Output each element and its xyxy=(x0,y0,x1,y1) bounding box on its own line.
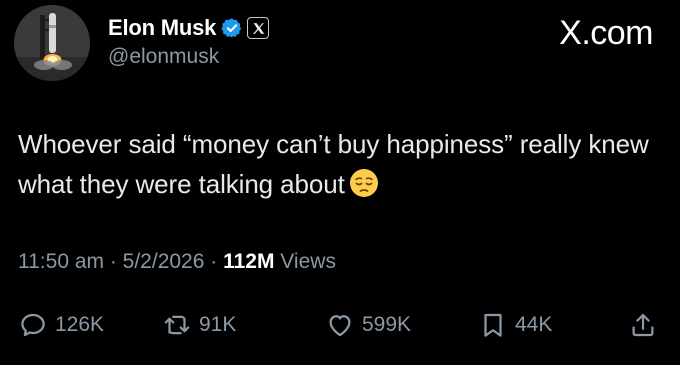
reply-count: 126K xyxy=(55,313,105,336)
bookmark-count: 44K xyxy=(515,313,553,336)
pensive-face-icon xyxy=(349,168,379,198)
avatar[interactable] xyxy=(14,5,90,81)
views-count[interactable]: 112M xyxy=(223,250,274,273)
tweet-action-bar: 126K 91K 599K 44K xyxy=(0,305,680,345)
views-label: Views xyxy=(274,250,336,273)
reply-button[interactable]: 126K xyxy=(18,305,104,345)
repost-button[interactable]: 91K xyxy=(162,305,236,345)
tweet-date[interactable]: 5/2/2026 xyxy=(123,250,205,273)
bookmark-button[interactable]: 44K xyxy=(478,305,552,345)
tweet-time[interactable]: 11:50 am xyxy=(18,250,104,273)
verified-badge-icon xyxy=(221,17,243,39)
rocket-launch-icon xyxy=(14,5,90,81)
brand-wordmark: X.com xyxy=(559,14,653,52)
tweet-card: Elon Musk @elonmusk X.com Whoever said “… xyxy=(0,0,680,365)
share-icon xyxy=(628,310,658,340)
share-button[interactable] xyxy=(628,305,658,345)
author-name-row: Elon Musk xyxy=(108,13,270,43)
repost-count: 91K xyxy=(199,313,237,336)
bookmark-icon xyxy=(478,310,508,340)
tweet-meta: 11:50 am · 5/2/2026 · 112M Views xyxy=(18,250,336,274)
like-icon xyxy=(325,310,355,340)
meta-separator: · xyxy=(204,250,224,273)
author-display-name[interactable]: Elon Musk xyxy=(108,15,216,41)
tweet-text: Whoever said “money can’t buy happiness”… xyxy=(18,124,668,204)
tweet-body: Whoever said “money can’t buy happiness”… xyxy=(18,129,649,199)
repost-icon xyxy=(162,310,192,340)
like-count: 599K xyxy=(362,313,412,336)
meta-separator: · xyxy=(104,250,123,273)
author-handle[interactable]: @elonmusk xyxy=(108,45,219,69)
x-logo-icon[interactable] xyxy=(247,17,270,39)
reply-icon xyxy=(18,310,48,340)
like-button[interactable]: 599K xyxy=(325,305,411,345)
